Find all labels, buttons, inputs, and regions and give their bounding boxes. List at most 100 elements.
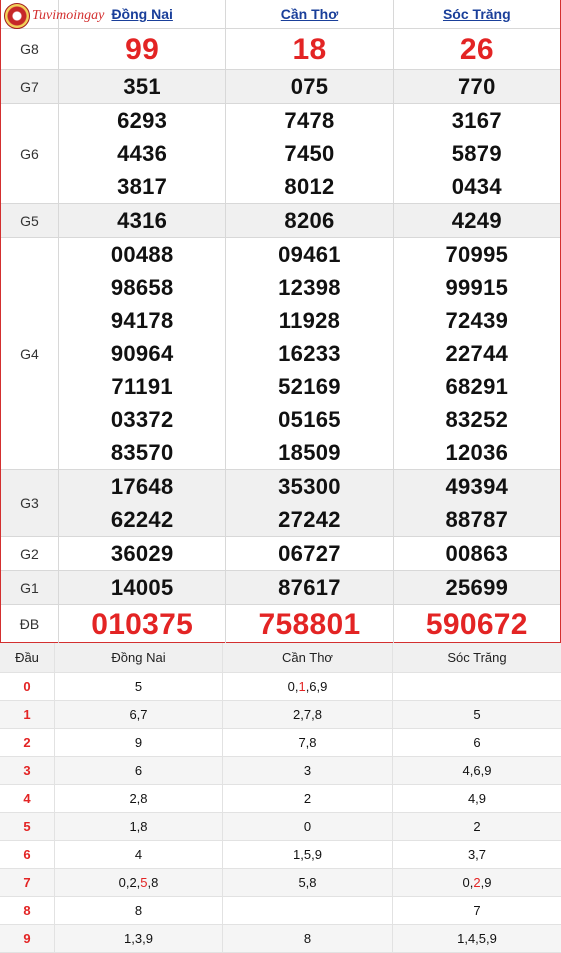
loto-tail-cell: 6,7 xyxy=(55,701,223,728)
loto-tail-digits: 1,3,9 xyxy=(124,931,153,946)
prize-number: 94178 xyxy=(110,308,174,333)
prize-cell: 3167 5879 0434 xyxy=(394,104,560,203)
loto-header-dau: Đầu xyxy=(0,643,55,672)
loto-tail-cell: 1,3,9 xyxy=(55,925,223,952)
prize-number: 27242 xyxy=(278,507,341,532)
loto-tail-digits: 5 xyxy=(134,679,143,694)
loto-dau-cell: 5 xyxy=(0,813,55,840)
loto-rows: 0 5 0, 1,6,9 1 6,7 2,7,8 5 2 9 7,8 6 3 6 3 4,6,9 4 2,8 2 4,… xyxy=(0,673,561,953)
prize-row: G5 4316 8206 4249 xyxy=(1,204,560,238)
prize-label: G1 xyxy=(1,571,59,604)
logo-text: Tuvimoingay xyxy=(32,8,105,23)
prize-cell: 25699 xyxy=(394,571,560,604)
prize-cell: 4316 xyxy=(59,204,227,237)
prize-number: 7450 xyxy=(284,141,335,166)
loto-tail-digits: 4,9 xyxy=(467,791,487,806)
prize-number: 7478 xyxy=(284,108,335,133)
prize-number: 5879 xyxy=(451,141,502,166)
prize-cell: 351 xyxy=(59,70,227,103)
loto-tail-digits: 6 xyxy=(134,763,143,778)
prize-number: 351 xyxy=(123,74,161,99)
prize-cell: 35300 27242 xyxy=(226,470,394,536)
loto-tail-cell: 2,7,8 xyxy=(223,701,393,728)
loto-tail-cell: 5 xyxy=(55,673,223,700)
loto-dau-cell: 2 xyxy=(0,729,55,756)
loto-tail-digits: 3,7 xyxy=(467,847,487,862)
loto-dau-digit: 5 xyxy=(23,819,31,834)
prize-cell: 010375 xyxy=(59,605,227,643)
loto-row: 6 4 1,5,9 3,7 xyxy=(0,841,561,869)
prize-row: G2 36029 06727 00863 xyxy=(1,537,560,571)
prize-cell: 36029 xyxy=(59,537,227,570)
loto-tail-digits: 6 xyxy=(473,735,481,750)
prize-rows: G8 99 18 26 G7 351 075 770 G6 6293 4436 3817 7478 745… xyxy=(1,29,560,643)
prize-number: 12036 xyxy=(445,440,509,465)
prize-row: G1 14005 87617 25699 xyxy=(1,571,560,605)
prize-number: 4436 xyxy=(117,141,168,166)
loto-tail-cell: 0 xyxy=(223,813,393,840)
loto-tail-cell: 5,8 xyxy=(223,869,393,896)
loto-row: 2 9 7,8 6 xyxy=(0,729,561,757)
prize-number: 25699 xyxy=(445,575,509,600)
prize-number: 03372 xyxy=(110,407,174,432)
prize-number: 8206 xyxy=(284,208,335,233)
loto-dau-cell: 3 xyxy=(0,757,55,784)
province-header: Cần Thơ xyxy=(226,0,394,28)
loto-dau-digit: 0 xyxy=(23,679,31,694)
loto-row: 9 1,3,9 8 1,4,5,9 xyxy=(0,925,561,953)
prize-number: 49394 xyxy=(445,474,509,499)
loto-dau-digit: 6 xyxy=(23,847,31,862)
prize-number: 770 xyxy=(458,74,496,99)
prize-cell: 09461 12398 11928 16233 52169 05165 18509 xyxy=(226,238,394,469)
prize-row: G6 6293 4436 3817 7478 7450 8012 3167 5879 0434 xyxy=(1,104,560,204)
loto-tail-cell: 8 xyxy=(223,925,393,952)
prize-row: G7 351 075 770 xyxy=(1,70,560,104)
loto-tail-digits: 1 xyxy=(298,679,306,694)
loto-tail-digits: 3 xyxy=(303,763,312,778)
province-link-dong-nai[interactable]: Đồng Nai xyxy=(111,6,172,22)
prize-number: 90964 xyxy=(110,341,174,366)
province-link-soc-trang[interactable]: Sóc Trăng xyxy=(443,6,511,22)
loto-dau-digit: 2 xyxy=(23,735,31,750)
prize-cell: 70995 99915 72439 22744 68291 83252 12036 xyxy=(394,238,560,469)
prize-number: 590672 xyxy=(425,607,528,641)
prize-number: 09461 xyxy=(278,242,341,267)
loto-tail-cell xyxy=(393,673,561,700)
loto-tail-digits: 8 xyxy=(134,903,143,918)
province-link-can-tho[interactable]: Cần Thơ xyxy=(281,6,338,22)
site-logo[interactable]: Tuvimoingay xyxy=(4,2,104,30)
loto-header-province: Cần Thơ xyxy=(223,643,393,672)
prize-number: 71191 xyxy=(111,374,173,399)
loto-tail-cell: 0, 1,6,9 xyxy=(223,673,393,700)
loto-tail-cell: 5 xyxy=(393,701,561,728)
loto-tail-cell: 7 xyxy=(393,897,561,924)
prize-number: 06727 xyxy=(278,541,341,566)
prize-cell: 87617 xyxy=(226,571,394,604)
prize-number: 99915 xyxy=(445,275,509,300)
loto-tail-digits: 0, xyxy=(287,679,299,694)
loto-tail-cell: 1,5,9 xyxy=(223,841,393,868)
loto-row: 0 5 0, 1,6,9 xyxy=(0,673,561,701)
loto-tail-digits: 0,2, xyxy=(118,875,141,890)
prize-cell: 99 xyxy=(59,29,227,69)
prize-number: 36029 xyxy=(110,541,174,566)
prize-number: 075 xyxy=(290,74,329,99)
prize-number: 11928 xyxy=(278,308,341,333)
prize-cell: 8206 xyxy=(226,204,394,237)
prize-label: G8 xyxy=(1,29,59,69)
prize-label: G3 xyxy=(1,470,59,536)
prize-cell: 4249 xyxy=(394,204,560,237)
loto-tail-cell: 9 xyxy=(55,729,223,756)
prize-cell: 18 xyxy=(226,29,394,69)
loto-dau-digit: 1 xyxy=(23,707,31,722)
loto-tail-cell: 8 xyxy=(55,897,223,924)
loto-tail-digits: 5,8 xyxy=(298,875,317,890)
prize-number: 68291 xyxy=(445,374,509,399)
prize-number: 52169 xyxy=(278,374,341,399)
prize-number: 98658 xyxy=(110,275,174,300)
prize-number: 18509 xyxy=(278,440,341,465)
prize-cell: 00863 xyxy=(394,537,560,570)
prize-number: 4316 xyxy=(117,208,168,233)
loto-tail-digits: 7,8 xyxy=(298,735,317,750)
prize-row: G3 17648 62242 35300 27242 49394 88787 xyxy=(1,470,560,537)
